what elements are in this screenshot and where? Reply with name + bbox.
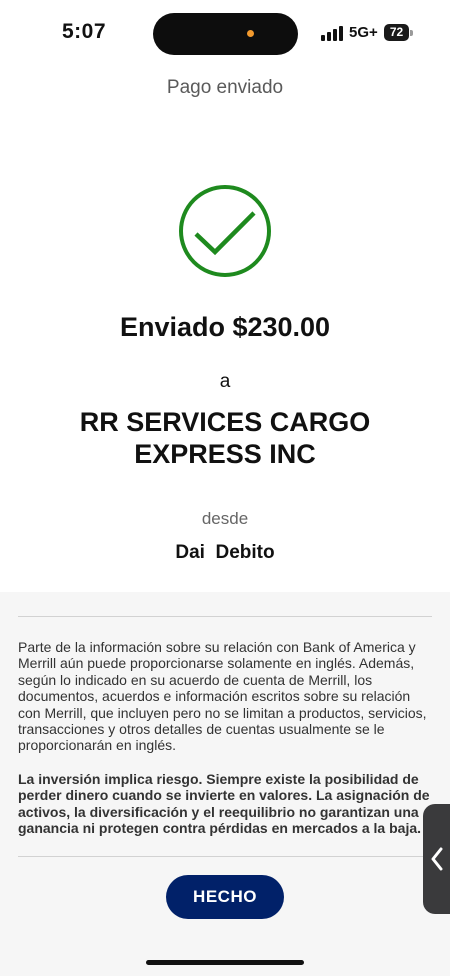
language-disclosure: Parte de la información sobre su relació… — [18, 639, 427, 754]
done-button[interactable]: HECHO — [166, 875, 284, 919]
page-title: Pago enviado — [166, 77, 284, 98]
status-time: 5:07 — [62, 20, 107, 43]
investment-risk-disclosure: La inversión implica riesgo. Siempre exi… — [18, 771, 430, 837]
battery-cap — [410, 30, 413, 36]
network-type: 5G+ — [349, 24, 378, 41]
chevron-left-icon — [431, 847, 443, 871]
status-bar: 5:07 5G+ 72 — [0, 0, 450, 70]
divider — [18, 616, 432, 617]
source-account: Dai Debito — [175, 542, 275, 563]
recipient-name: RR SERVICES CARGO EXPRESS INC — [79, 407, 371, 469]
to-label: a — [219, 371, 231, 392]
battery-level: 72 — [389, 25, 404, 39]
sent-amount: Enviado $230.00 — [119, 312, 331, 342]
disclosure-section: Parte de la información sobre su relació… — [0, 592, 450, 976]
home-indicator[interactable] — [146, 960, 304, 965]
checkmark-circle-icon — [179, 185, 271, 277]
divider — [18, 856, 432, 857]
dynamic-island — [153, 13, 298, 55]
side-panel-handle[interactable] — [423, 804, 450, 914]
from-label: desde — [201, 509, 249, 528]
battery-icon: 72 — [384, 24, 409, 41]
cellular-signal-icon — [321, 25, 345, 41]
privacy-indicator-dot — [247, 30, 254, 37]
